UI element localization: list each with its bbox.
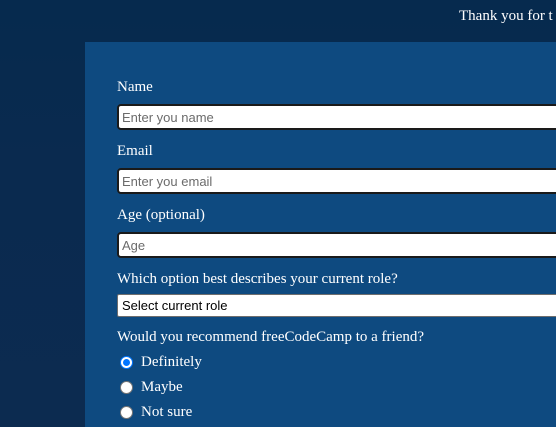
email-label: Email [117,143,153,159]
name-label: Name [117,79,153,95]
email-input[interactable] [117,168,556,194]
radio-button[interactable] [120,355,133,369]
name-input[interactable] [117,104,556,130]
radio-label: Definitely [141,353,202,370]
survey-form: Name Email Age (optional) Which option b… [85,42,556,427]
recommend-option-maybe[interactable]: Maybe [120,378,183,396]
radio-button[interactable] [120,380,133,394]
recommend-option-definitely[interactable]: Definitely [120,353,202,371]
radio-label: Maybe [141,378,183,395]
role-label: Which option best describes your current… [117,271,398,287]
radio-button[interactable] [120,405,133,419]
recommend-option-not-sure[interactable]: Not sure [120,403,192,421]
role-select[interactable]: Select current role [117,294,556,317]
radio-label: Not sure [141,403,193,420]
age-label: Age (optional) [117,207,205,223]
intro-text: Thank you for t [459,8,553,24]
age-input[interactable] [117,232,556,258]
recommend-label: Would you recommend freeCodeCamp to a fr… [117,329,425,345]
